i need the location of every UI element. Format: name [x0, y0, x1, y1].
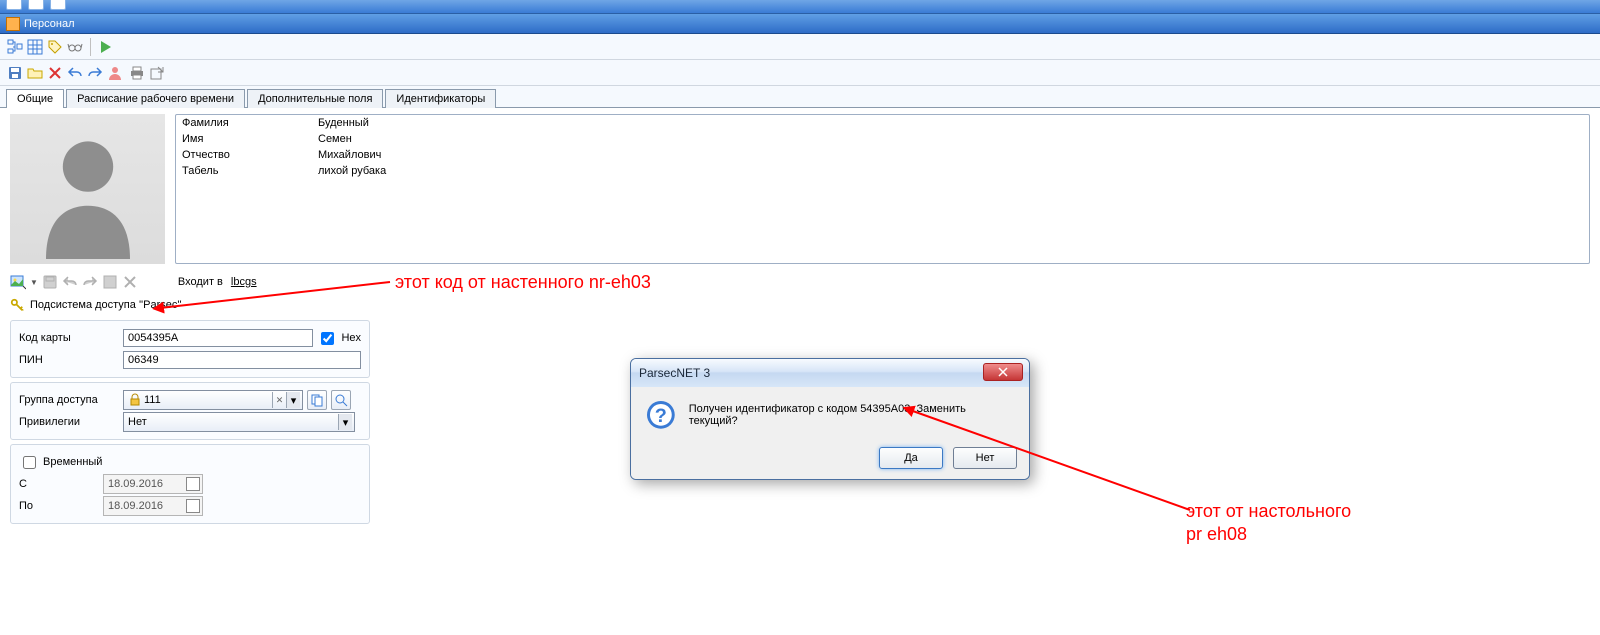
- undo-icon: [62, 274, 78, 290]
- access-group-label: Группа доступа: [19, 394, 119, 406]
- lock-icon: [128, 393, 142, 407]
- access-group: Группа доступа 111 ✕ ▾ Привилегии Нет ▾: [10, 382, 370, 440]
- enters-in-label: Входит в: [178, 276, 223, 288]
- svg-text:?: ?: [655, 405, 667, 427]
- tag-icon[interactable]: [46, 38, 64, 56]
- yes-button[interactable]: Да: [879, 447, 943, 469]
- tab-schedule[interactable]: Расписание рабочего времени: [66, 89, 245, 108]
- dialog-message: Получен идентификатор с кодом 54395A03. …: [689, 399, 1015, 427]
- privileges-label: Привилегии: [19, 416, 119, 428]
- person-icon[interactable]: [106, 64, 124, 82]
- info-value-patronymic: Михайлович: [318, 149, 1587, 165]
- annotation-bottom: этот от настольного pr eh08: [1186, 500, 1351, 547]
- toolbar-row-2: [0, 60, 1600, 86]
- info-label-name: Имя: [178, 133, 318, 149]
- export-icon[interactable]: [148, 64, 166, 82]
- grid-icon[interactable]: [26, 38, 44, 56]
- hex-checkbox[interactable]: Hex: [317, 329, 361, 348]
- info-value-surname: Буденный: [318, 117, 1587, 133]
- confirm-dialog: ParsecNET 3 ? Получен идентификатор с ко…: [630, 358, 1030, 480]
- redo-icon: [82, 274, 98, 290]
- save-icon: [42, 274, 58, 290]
- glasses-icon[interactable]: [66, 38, 84, 56]
- window-icon: [6, 17, 20, 31]
- from-date[interactable]: 18.09.2016: [103, 474, 203, 494]
- pin-input[interactable]: [123, 351, 361, 369]
- toolbar-icon[interactable]: [6, 0, 22, 10]
- toolbar-icon[interactable]: [28, 0, 44, 10]
- tree-icon[interactable]: [6, 38, 24, 56]
- key-icon: [10, 298, 24, 312]
- card-code-label: Код карты: [19, 332, 119, 344]
- close-button[interactable]: [983, 363, 1023, 381]
- access-group-select[interactable]: 111 ✕ ▾: [123, 390, 303, 410]
- arrow-play-icon[interactable]: [97, 38, 115, 56]
- info-value-tabel: лихой рубака: [318, 165, 1587, 181]
- tab-general[interactable]: Общие: [6, 89, 64, 108]
- undo-icon[interactable]: [66, 64, 84, 82]
- info-label-surname: Фамилия: [178, 117, 318, 133]
- dialog-titlebar[interactable]: ParsecNET 3: [631, 359, 1029, 387]
- toolbar-row-1: [0, 34, 1600, 60]
- temporary-checkbox-input[interactable]: [23, 456, 36, 469]
- open-icon[interactable]: [26, 64, 44, 82]
- subsystem-label: Подсистема доступа ''Parsec'': [30, 299, 182, 311]
- to-date[interactable]: 18.09.2016: [103, 496, 203, 516]
- save-icon[interactable]: [6, 64, 24, 82]
- search-button[interactable]: [331, 390, 351, 410]
- chevron-down-icon[interactable]: ▾: [286, 392, 300, 408]
- info-label-patronymic: Отчество: [178, 149, 318, 165]
- clear-icon[interactable]: ✕: [272, 392, 286, 408]
- pin-label: ПИН: [19, 354, 119, 366]
- print-icon[interactable]: [128, 64, 146, 82]
- avatar: [10, 114, 165, 264]
- content-area: ФамилияБуденный ИмяСемен ОтчествоМихайло…: [0, 108, 1600, 270]
- hex-checkbox-input[interactable]: [321, 332, 334, 345]
- window-title: Персонал: [24, 18, 75, 30]
- temporary-checkbox[interactable]: Временный: [19, 453, 102, 472]
- copy-button[interactable]: [307, 390, 327, 410]
- tab-additional-fields[interactable]: Дополнительные поля: [247, 89, 383, 108]
- subsystem-header: Подсистема доступа ''Parsec'': [0, 294, 1600, 316]
- question-icon: ?: [645, 399, 677, 431]
- toolbar-icon[interactable]: [50, 0, 66, 10]
- main-toolbar: [0, 0, 1600, 14]
- window-titlebar: Персонал: [0, 14, 1600, 34]
- temporary-group: Временный С 18.09.2016 По 18.09.2016: [10, 444, 370, 524]
- card-code-input[interactable]: [123, 329, 313, 347]
- calendar-icon[interactable]: [186, 477, 200, 491]
- privileges-select[interactable]: Нет ▾: [123, 412, 355, 432]
- info-value-name: Семен: [318, 133, 1587, 149]
- enters-in-link[interactable]: lbcgs: [231, 276, 257, 288]
- info-label-tabel: Табель: [178, 165, 318, 181]
- person-info-panel: ФамилияБуденный ИмяСемен ОтчествоМихайло…: [175, 114, 1590, 264]
- no-button[interactable]: Нет: [953, 447, 1017, 469]
- delete-icon[interactable]: [46, 64, 64, 82]
- checkbox-icon: [102, 274, 118, 290]
- calendar-icon[interactable]: [186, 499, 200, 513]
- delete-icon: [122, 274, 138, 290]
- tabs-bar: Общие Расписание рабочего времени Дополн…: [0, 86, 1600, 108]
- mini-toolbar: ▼ Входит в lbcgs: [0, 270, 1600, 294]
- photo-menu-icon[interactable]: [10, 274, 26, 290]
- to-label: По: [19, 500, 99, 512]
- from-label: С: [19, 478, 99, 490]
- redo-icon[interactable]: [86, 64, 104, 82]
- card-group: Код карты Hex ПИН: [10, 320, 370, 378]
- chevron-down-icon[interactable]: ▾: [338, 414, 352, 430]
- dialog-title: ParsecNET 3: [639, 366, 710, 380]
- tab-identifiers[interactable]: Идентификаторы: [385, 89, 496, 108]
